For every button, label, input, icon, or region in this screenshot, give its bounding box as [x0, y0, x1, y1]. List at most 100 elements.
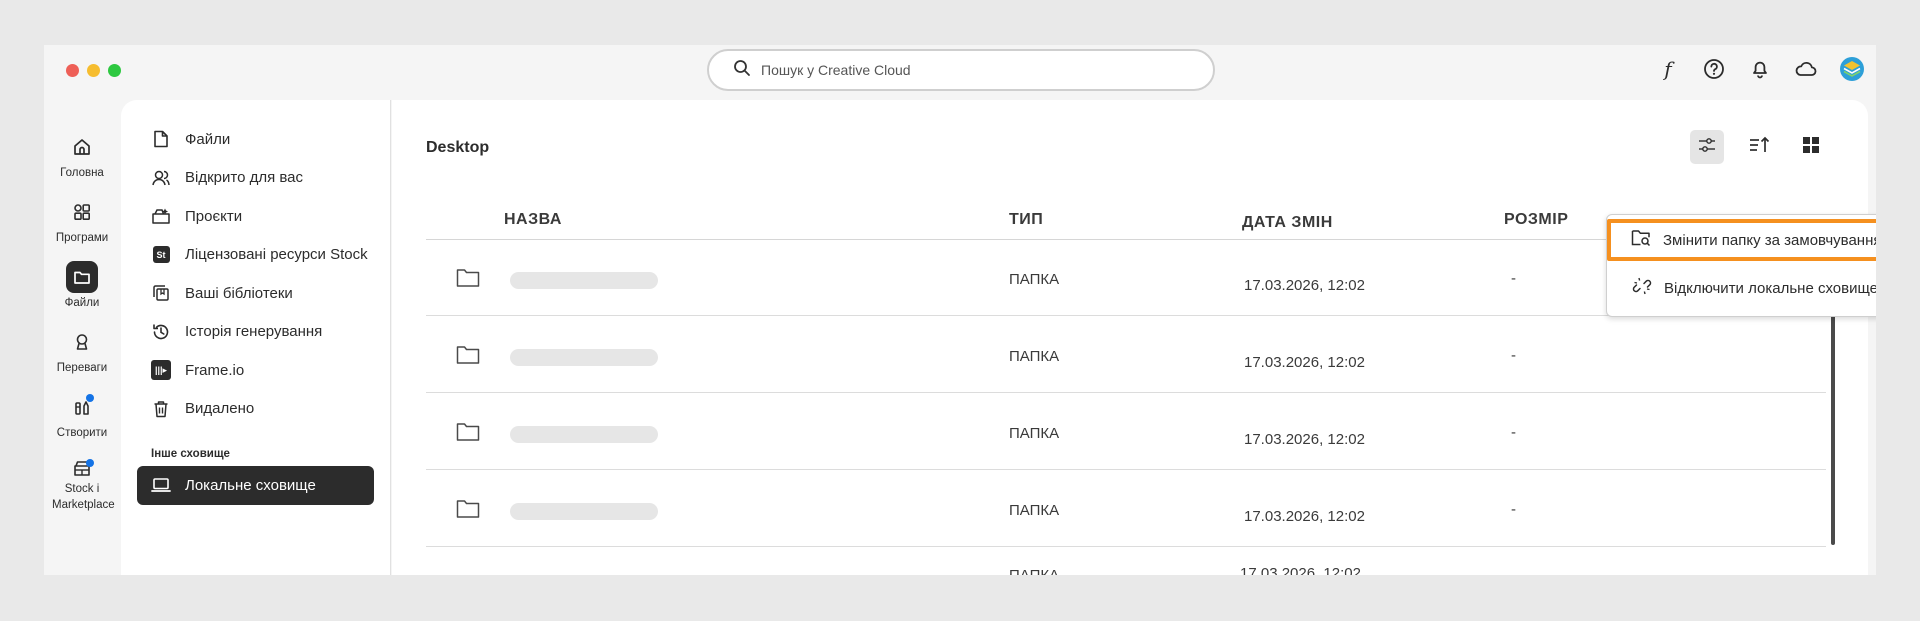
maximize-window-button[interactable] [108, 64, 121, 77]
folder-icon [456, 422, 480, 446]
menu-item-label: Змінити папку за замовчуванням [1663, 231, 1876, 249]
rail-item-apps[interactable]: Програми [44, 188, 120, 253]
unlink-icon [1632, 276, 1652, 300]
sidebar-item-label: Файли [185, 130, 231, 148]
sidebar-item-local-storage[interactable]: Локальне сховище [137, 466, 374, 505]
stock-badge: St [152, 246, 170, 264]
rail-item-rewards[interactable]: Переваги [44, 318, 120, 383]
grid-icon [1802, 136, 1820, 159]
close-window-button[interactable] [66, 64, 79, 77]
cell-type: ПАПКА [1009, 502, 1060, 519]
search-bar[interactable] [707, 49, 1215, 91]
cell-date: 17.03.2026, 12:02 [1244, 431, 1365, 448]
sidebar-item-stock-licensed[interactable]: St Ліцензовані ресурси Stock [137, 236, 374, 275]
cell-date: 17.03.2026, 12:02 [1244, 508, 1365, 525]
frameio-icon: |||▸ [151, 360, 171, 381]
trash-icon [151, 399, 171, 419]
sidebar-item-label: Відкрито для вас [185, 169, 304, 187]
rail-item-stock[interactable]: Stock і Marketplace [44, 448, 120, 513]
avatar[interactable] [1838, 55, 1866, 83]
sidebar-item-label: Історія генерування [185, 323, 323, 341]
cell-size: - [1511, 270, 1516, 287]
cloud-icon[interactable] [1792, 55, 1820, 83]
sidebar-item-label: Локальне сховище [185, 476, 316, 494]
sort-button[interactable] [1742, 130, 1776, 164]
sidebar-item-shared[interactable]: Відкрито для вас [137, 159, 374, 198]
fonts-icon[interactable]: f [1654, 55, 1682, 83]
column-header-type[interactable]: ТИП [1009, 211, 1043, 229]
window-controls [66, 64, 121, 77]
column-header-size[interactable]: РОЗМІР [1504, 211, 1568, 229]
sidebar-item-label: Frame.io [185, 361, 245, 379]
sidebar-item-label: Проєкти [185, 207, 243, 225]
projects-icon [151, 206, 171, 226]
file-icon [151, 129, 171, 149]
cell-size: - [1511, 424, 1516, 441]
menu-item-label: Відключити локальне сховище [1664, 279, 1876, 297]
rail-label: Програми [55, 232, 109, 244]
sidebar-item-label: Ліцензовані ресурси Stock [185, 246, 368, 264]
table-row[interactable]: ПАПКА 17.03.2026, 12:02 - [426, 548, 1826, 575]
frameio-badge: |||▸ [151, 360, 171, 381]
view-toolbar [1690, 130, 1828, 164]
cell-type: ПАПКА [1009, 425, 1060, 442]
sidebar-item-deleted[interactable]: Видалено [137, 390, 374, 429]
table-row[interactable]: ПАПКА 17.03.2026, 12:02 - [426, 394, 1826, 470]
cell-date: 17.03.2026, 12:02 [1244, 354, 1365, 371]
file-name-placeholder [510, 503, 658, 520]
stock-icon [66, 456, 98, 479]
history-icon [151, 322, 171, 342]
laptop-icon [151, 475, 171, 495]
filter-settings-button[interactable] [1690, 130, 1724, 164]
rail-item-create[interactable]: Створити [44, 383, 120, 448]
sidebar-item-label: Ваші бібліотеки [185, 284, 293, 302]
menu-item-change-default-folder[interactable]: Змінити папку за замовчуванням [1607, 219, 1876, 261]
rail-item-files[interactable]: Файли [44, 253, 120, 318]
sidebar-item-libraries[interactable]: Ваші бібліотеки [137, 274, 374, 313]
notification-dot [86, 394, 94, 402]
shared-icon [151, 168, 171, 188]
rail-label: Переваги [56, 362, 108, 374]
rail-label: Файли [64, 297, 100, 309]
notification-dot [86, 459, 94, 467]
cell-type: ПАПКА [1009, 348, 1060, 365]
section-label-other-storage: Інше сховище [151, 448, 230, 460]
app-rail: Головна Програми Файли Переваги Створити… [44, 123, 120, 513]
sidebar-item-history[interactable]: Історія генерування [137, 313, 374, 352]
sidebar-item-label: Видалено [185, 400, 255, 418]
sort-icon [1748, 135, 1770, 160]
help-icon[interactable] [1700, 55, 1728, 83]
file-name-placeholder [510, 349, 658, 366]
create-icon [66, 391, 98, 423]
rail-item-home[interactable]: Головна [44, 123, 120, 188]
sidebar: Файли Відкрито для вас Проєкти St Ліценз… [121, 100, 391, 575]
column-header-name[interactable]: НАЗВА [504, 211, 562, 229]
column-header-date[interactable]: ДАТА ЗМІН [1242, 214, 1333, 232]
sidebar-item-frameio[interactable]: |||▸ Frame.io [137, 351, 374, 390]
minimize-window-button[interactable] [87, 64, 100, 77]
apps-icon [66, 196, 98, 228]
folder-icon [456, 499, 480, 523]
folder-icon [456, 268, 480, 292]
rail-label: Головна [60, 167, 104, 179]
home-icon [66, 131, 98, 163]
sliders-icon [1697, 135, 1717, 160]
grid-view-button[interactable] [1794, 130, 1828, 164]
table-row[interactable]: ПАПКА 17.03.2026, 12:02 - [426, 471, 1826, 547]
main-panel: Desktop НАЗВА ТИП ДАТА ЗМІН РОЗМІР ПАПКА… [392, 100, 1868, 575]
header-icons: f [1654, 55, 1866, 83]
sidebar-item-files[interactable]: Файли [137, 120, 374, 159]
files-icon [66, 261, 98, 293]
cell-type: ПАПКА [1009, 567, 1059, 575]
bell-icon[interactable] [1746, 55, 1774, 83]
cell-type: ПАПКА [1009, 271, 1060, 288]
table-row[interactable]: ПАПКА 17.03.2026, 12:02 - [426, 317, 1826, 393]
cell-date: 17.03.2026, 12:02 [1244, 277, 1365, 294]
libraries-icon [151, 283, 171, 303]
rewards-icon [66, 326, 98, 358]
search-input[interactable] [761, 62, 1181, 78]
menu-item-disconnect-local-storage[interactable]: Відключити локальне сховище [1607, 267, 1876, 309]
cell-size: - [1511, 347, 1516, 364]
sidebar-item-projects[interactable]: Проєкти [137, 197, 374, 236]
stock-badge-icon: St [151, 245, 171, 265]
